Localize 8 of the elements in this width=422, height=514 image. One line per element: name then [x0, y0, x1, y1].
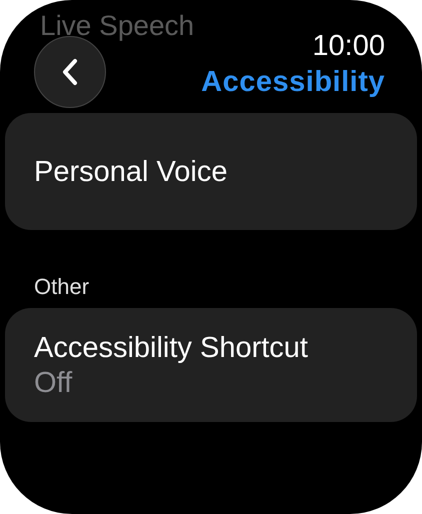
item-value: Off: [34, 366, 72, 400]
section-header: Other: [34, 274, 90, 300]
time: 10:00: [312, 29, 385, 64]
back-icon: [60, 57, 80, 87]
scrolled-item-text: Live Speech: [40, 10, 194, 42]
list-item[interactable]: Accessibility Shortcut Off: [5, 308, 417, 422]
page-title: Accessibility: [201, 65, 385, 100]
list-item[interactable]: Personal Voice: [5, 113, 417, 230]
